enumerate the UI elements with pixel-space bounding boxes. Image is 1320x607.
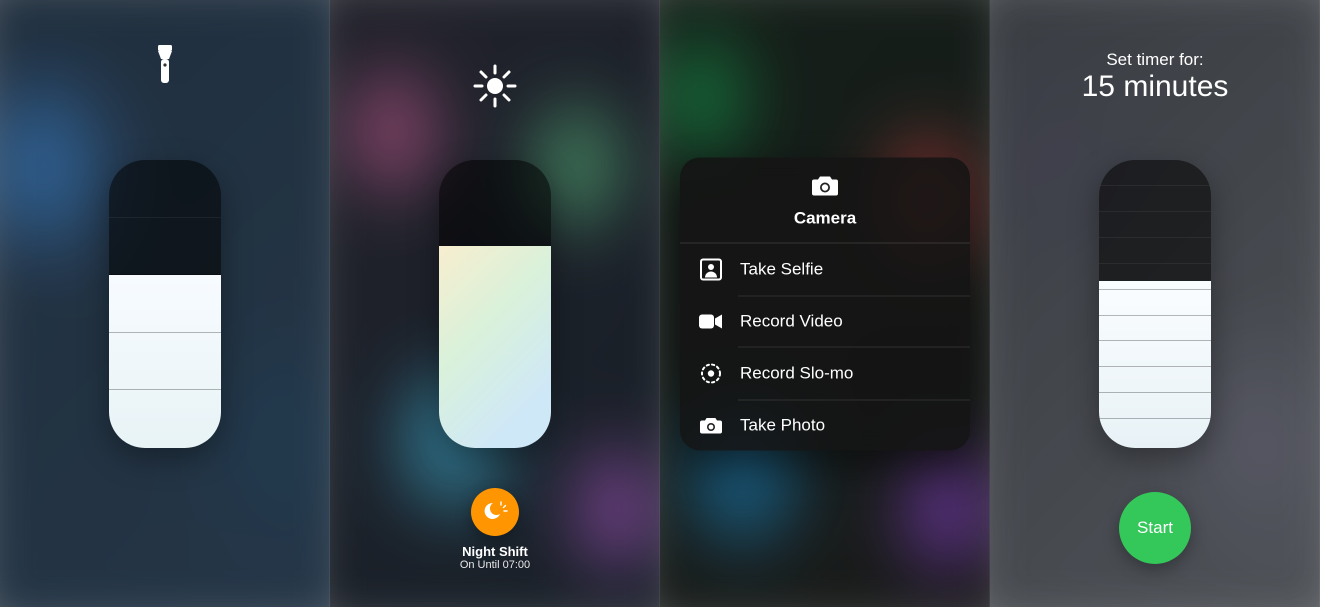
timer-ticks [1099,160,1211,448]
timer-slider[interactable] [1099,160,1211,448]
menu-item-take-photo[interactable]: Take Photo [680,400,970,450]
menu-item-record-video[interactable]: Record Video [680,296,970,346]
timer-heading: Set timer for: 15 minutes [990,50,1320,104]
camera-menu: Camera Take Selfie [680,157,970,450]
menu-item-label: Record Slo-mo [740,363,853,383]
flashlight-slider[interactable] [109,160,221,448]
menu-item-take-selfie[interactable]: Take Selfie [680,243,970,295]
night-shift-icon [482,499,508,525]
slomo-icon [698,362,724,384]
camera-menu-title: Camera [680,208,970,228]
menu-item-label: Record Video [740,311,843,331]
video-icon [698,313,724,329]
menu-item-label: Take Photo [740,415,825,435]
timer-label: Set timer for: [990,50,1320,70]
flashlight-panel [0,0,330,607]
timer-start-label: Start [1137,518,1173,538]
night-shift-text: Night Shift On Until 07:00 [460,544,530,571]
selfie-icon [698,258,724,280]
brightness-slider[interactable] [439,160,551,448]
sun-icon [471,62,519,110]
camera-menu-header: Camera [680,157,970,243]
camera-icon [810,173,840,197]
menu-item-label: Take Selfie [740,259,823,279]
flashlight-icon [153,45,177,85]
brightness-panel: Night Shift On Until 07:00 [330,0,660,607]
timer-panel: Set timer for: 15 minutes [990,0,1320,607]
camera-icon [698,415,724,435]
timer-value: 15 minutes [990,70,1320,104]
night-shift-button[interactable] [471,488,519,536]
brightness-fill [439,246,551,448]
menu-item-record-slomo[interactable]: Record Slo-mo [680,347,970,399]
night-shift-status: On Until 07:00 [460,559,530,571]
flashlight-ticks [109,160,221,448]
camera-panel: Camera Take Selfie [660,0,990,607]
night-shift-title: Night Shift [460,544,530,559]
timer-start-button[interactable]: Start [1119,492,1191,564]
